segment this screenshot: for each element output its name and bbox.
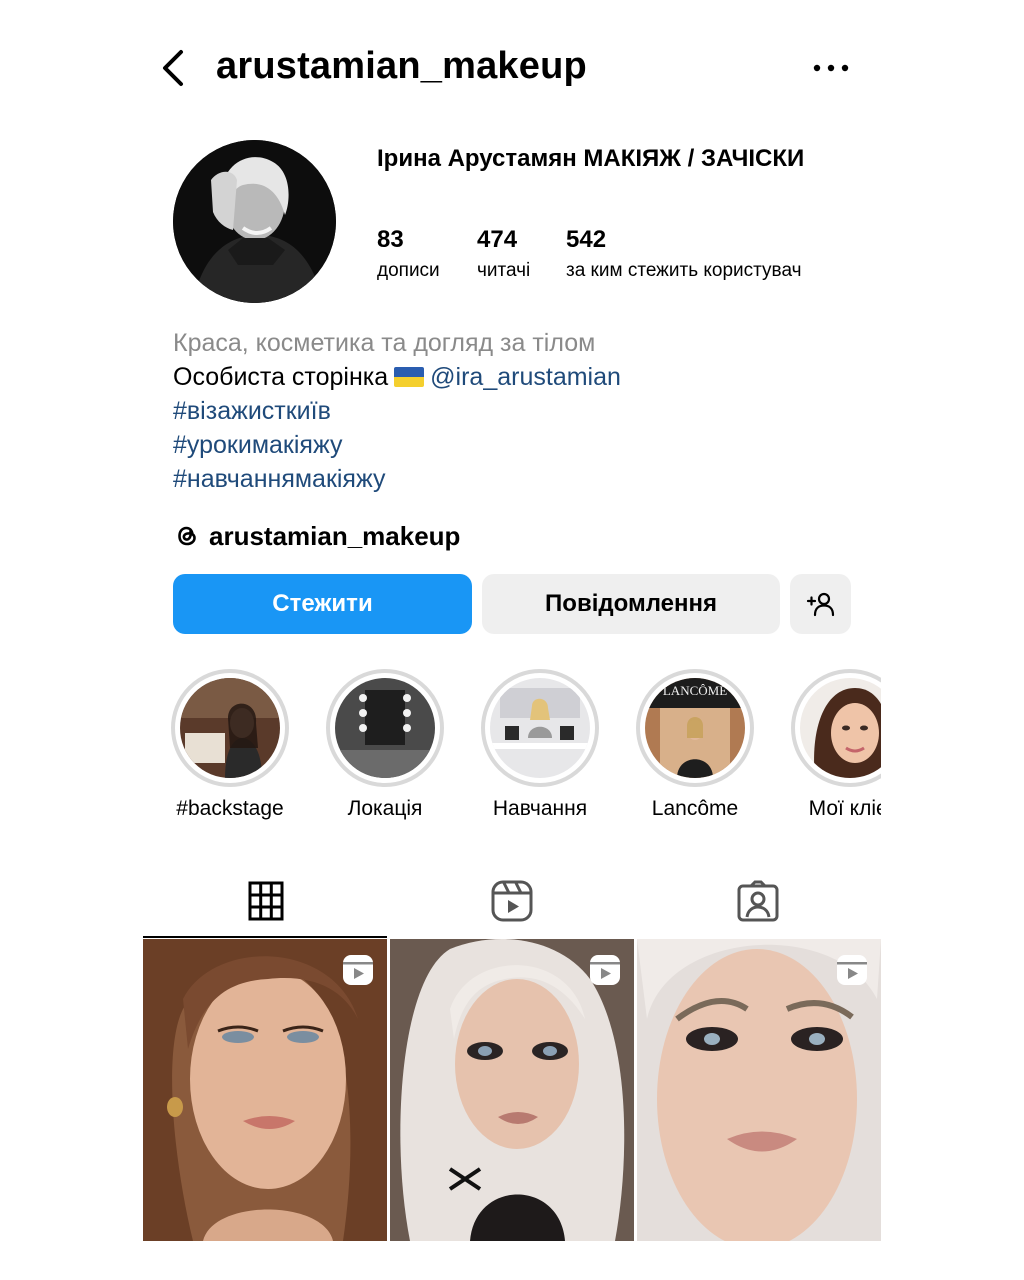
tab-tagged[interactable]: [635, 865, 881, 937]
hashtag-link[interactable]: #навчаннямакіяжу: [173, 462, 873, 496]
chevron-left-icon: [163, 50, 183, 86]
tab-reels[interactable]: [389, 865, 635, 937]
grid-icon: [248, 881, 284, 921]
bio-text: Особиста сторінка: [173, 363, 389, 391]
post-thumbnail[interactable]: [143, 939, 387, 1241]
active-tab-indicator: [143, 936, 387, 938]
highlight-thumbnail: [490, 678, 590, 778]
profile-tabs: [143, 865, 881, 938]
lancome-logo-text: LANCÔME: [663, 683, 727, 698]
threads-link[interactable]: arustamian_makeup: [173, 518, 460, 554]
highlight-ring: [326, 669, 444, 787]
stat-following[interactable]: 542 за ким стежить користувач: [566, 226, 802, 284]
highlight-thumbnail: LANCÔME: [645, 678, 745, 778]
ukraine-flag-icon: [394, 367, 425, 387]
stat-posts-count: 83: [377, 226, 404, 253]
stat-followers-count: 474: [477, 226, 518, 253]
highlight-ring: LANCÔME: [636, 669, 754, 787]
hashtag-link[interactable]: #візажисткиїв: [173, 394, 873, 428]
profile-avatar[interactable]: [173, 140, 336, 303]
post-thumbnail[interactable]: [390, 939, 634, 1241]
highlight-thumbnail: [335, 678, 435, 778]
stat-followers-label: читачі: [477, 260, 531, 281]
suggested-users-button[interactable]: [790, 574, 851, 634]
posts-grid: [143, 939, 881, 1241]
highlight-item[interactable]: #backstage: [160, 665, 300, 821]
back-button[interactable]: [155, 46, 195, 90]
highlight-label: Локація: [347, 797, 423, 820]
profile-username-title: arustamian_makeup: [216, 45, 587, 87]
highlight-item[interactable]: Мої клієі: [780, 665, 881, 821]
bio-mention-link[interactable]: @ira_arustamian: [430, 363, 621, 391]
stat-followers[interactable]: 474 читачі: [477, 226, 530, 284]
highlight-label: Lancôme: [651, 797, 739, 820]
profile-bio: Краса, косметика та догляд за тілом Особ…: [173, 326, 873, 496]
highlight-ring: [791, 669, 881, 787]
highlight-label: Мої клієі: [808, 797, 881, 820]
reel-badge-icon: [590, 955, 620, 985]
profile-full-name: Ірина Арустамян МАКІЯЖ / ЗАЧІСКИ: [377, 145, 805, 172]
highlight-label: Навчання: [492, 797, 588, 820]
highlight-label: #backstage: [176, 797, 284, 820]
message-button[interactable]: Повідомлення: [482, 574, 780, 634]
stat-following-count: 542: [566, 226, 607, 253]
more-horizontal-icon: [813, 64, 849, 72]
story-highlights: #backstage Локація Навчання LANCÔME Lanc…: [160, 665, 881, 835]
profile-page: arustamian_makeup Ірина Арустамян МАКІЯЖ…: [0, 0, 1024, 1280]
more-options-button[interactable]: [811, 56, 851, 80]
tagged-icon: [737, 880, 779, 922]
stat-following-label: за ким стежить користувач: [566, 260, 802, 281]
tab-posts-grid[interactable]: [143, 865, 389, 938]
add-person-icon: [806, 592, 834, 617]
highlight-item[interactable]: Навчання: [470, 665, 610, 821]
hashtag-link[interactable]: #урокимакіяжу: [173, 428, 873, 462]
post-thumbnail[interactable]: [637, 939, 881, 1241]
reel-badge-icon: [343, 955, 373, 985]
highlight-ring: [171, 669, 289, 787]
stat-posts-label: дописи: [377, 260, 440, 281]
bio-category: Краса, косметика та догляд за тілом: [173, 329, 596, 357]
threads-icon: [178, 526, 196, 546]
highlight-item[interactable]: Локація: [315, 665, 455, 821]
top-bar: arustamian_makeup: [143, 40, 881, 96]
bio-line: Особиста сторінка @ira_arustamian: [173, 360, 873, 394]
stat-posts[interactable]: 83 дописи: [377, 226, 440, 284]
highlight-thumbnail: [180, 678, 280, 778]
highlight-item[interactable]: LANCÔME Lancôme: [625, 665, 765, 821]
highlight-ring: [481, 669, 599, 787]
reels-icon: [491, 880, 533, 922]
reel-badge-icon: [837, 955, 867, 985]
highlight-thumbnail: [800, 678, 881, 778]
follow-button[interactable]: Стежити: [173, 574, 472, 634]
threads-handle: arustamian_makeup: [209, 520, 461, 551]
